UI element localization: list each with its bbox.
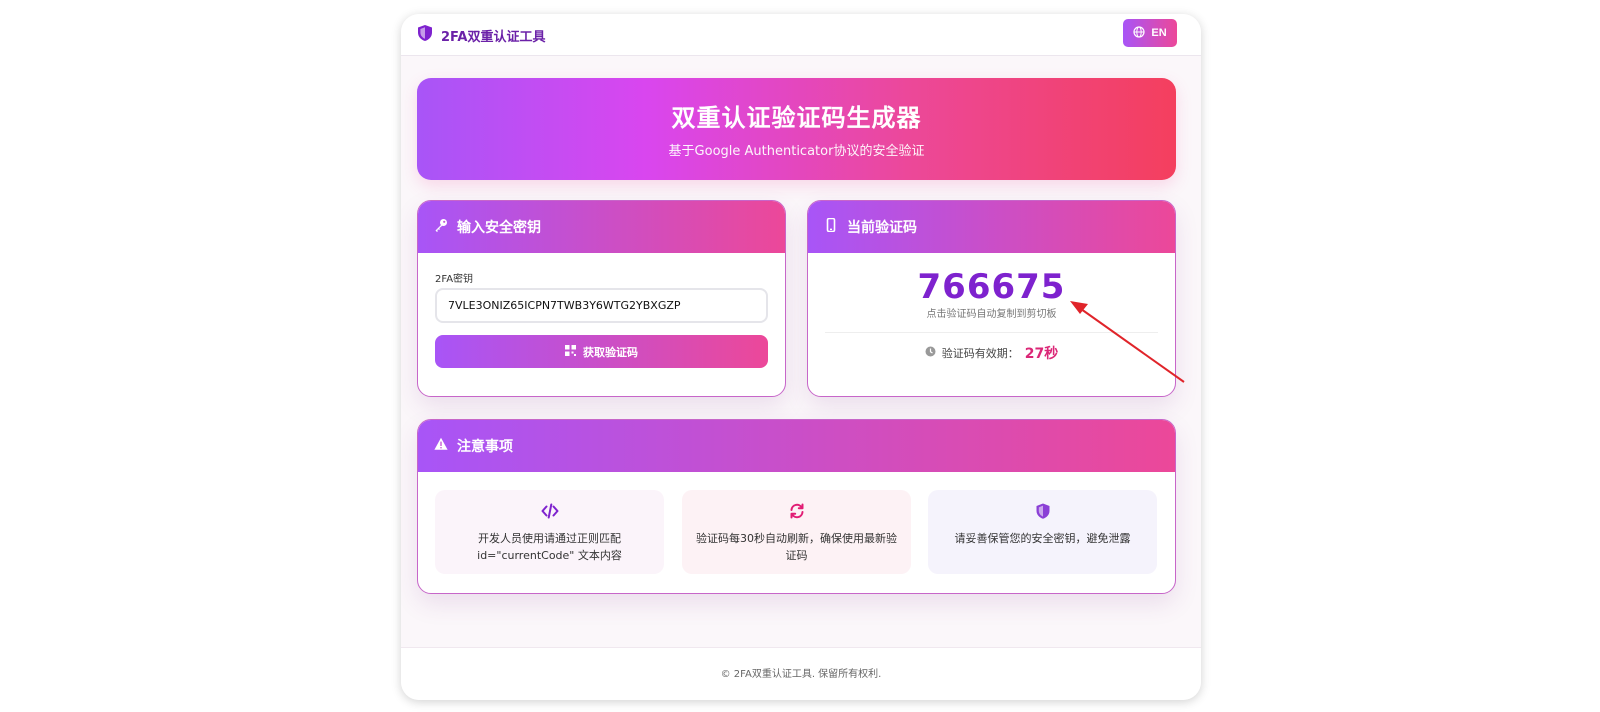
hero-banner: 双重认证验证码生成器 基于Google Authenticator协议的安全验证: [417, 78, 1176, 180]
note-text-line: 请妥善保管您的安全密钥，避免泄露: [954, 532, 1131, 545]
clock-icon: [925, 346, 936, 360]
note-text: 开发人员使用请通过正则匹配 id="currentCode" 文本内容: [443, 530, 656, 564]
brand-name: 2FA双重认证工具: [441, 29, 546, 45]
annotation-arrow: [1070, 301, 1185, 383]
top-navbar: 2FA双重认证工具 EN: [401, 14, 1201, 56]
copyright-text: © 2FA双重认证工具. 保留所有权利.: [720, 669, 882, 680]
footer: © 2FA双重认证工具. 保留所有权利.: [401, 647, 1201, 700]
secret-key-input[interactable]: [435, 288, 768, 323]
warning-icon: [434, 437, 448, 455]
note-item: 开发人员使用请通过正则匹配 id="currentCode" 文本内容: [435, 490, 664, 574]
notes-card-title: 注意事项: [457, 439, 513, 455]
note-text-line: 开发人员使用请通过正则匹配: [478, 532, 621, 545]
current-code-card-title: 当前验证码: [847, 220, 917, 236]
language-label: EN: [1151, 27, 1167, 39]
secret-key-card: 输入安全密钥 2FA密钥 获取验证码: [417, 200, 786, 397]
notes-card-header: 注意事项: [418, 420, 1175, 472]
validity-label: 验证码有效期：: [941, 347, 1019, 360]
get-code-button-label: 获取验证码: [583, 346, 638, 359]
shield-icon: [417, 24, 433, 46]
language-toggle-button[interactable]: EN: [1123, 19, 1177, 47]
countdown-seconds: 27秒: [1024, 346, 1059, 362]
secret-key-card-title: 输入安全密钥: [457, 220, 541, 236]
secret-field-label: 2FA密钥: [435, 274, 474, 285]
globe-icon: [1133, 25, 1145, 41]
note-item: 验证码每30秒自动刷新，确保使用最新验 证码: [682, 490, 911, 574]
hero-subtitle: 基于Google Authenticator协议的安全验证: [668, 144, 925, 159]
get-code-button[interactable]: 获取验证码: [435, 335, 768, 368]
note-text-line: id="currentCode" 文本内容: [477, 549, 622, 562]
phone-icon: [824, 217, 838, 236]
secret-key-card-header: 输入安全密钥: [418, 201, 785, 253]
notes-card: 注意事项 开发人员使用请通过正则匹配 id="currentCode" 文本内容…: [417, 419, 1176, 594]
brand[interactable]: 2FA双重认证工具: [417, 23, 546, 47]
qrcode-icon: [565, 344, 576, 359]
note-text-line: 验证码每30秒自动刷新，确保使用最新验: [696, 532, 897, 545]
note-text-line: 证码: [785, 549, 808, 562]
key-icon: [434, 218, 448, 236]
note-text: 请妥善保管您的安全密钥，避免泄露: [936, 530, 1149, 547]
hero-title: 双重认证验证码生成器: [671, 104, 922, 132]
note-item: 请妥善保管您的安全密钥，避免泄露: [928, 490, 1157, 574]
note-text: 验证码每30秒自动刷新，确保使用最新验 证码: [690, 530, 903, 564]
current-code-card-header: 当前验证码: [808, 201, 1175, 253]
